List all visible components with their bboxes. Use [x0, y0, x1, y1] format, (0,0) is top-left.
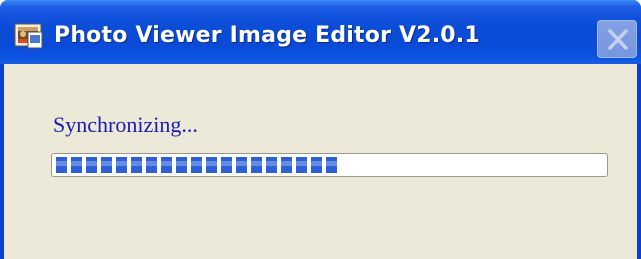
window-title: Photo Viewer Image Editor V2.0.1 — [54, 23, 480, 48]
progress-block-highlight — [251, 161, 262, 166]
progress-block-highlight — [56, 161, 67, 166]
dialog-window: Photo Viewer Image Editor V2.0.1 Synchro… — [0, 0, 641, 259]
progress-block-highlight — [206, 161, 217, 166]
close-icon — [608, 29, 628, 50]
progress-bar — [51, 153, 608, 177]
progress-fill — [56, 157, 337, 173]
progress-block-highlight — [281, 161, 292, 166]
progress-block-highlight — [191, 161, 202, 166]
progress-block-highlight — [311, 161, 322, 166]
progress-block-highlight — [131, 161, 142, 166]
progress-block-highlight — [86, 161, 97, 166]
title-bar[interactable]: Photo Viewer Image Editor V2.0.1 — [0, 0, 641, 64]
close-button[interactable] — [597, 20, 637, 58]
progress-block-highlight — [236, 161, 247, 166]
dialog-body: Synchronizing... — [4, 64, 637, 259]
progress-block-highlight — [296, 161, 307, 166]
progress-block-highlight — [266, 161, 277, 166]
progress-block-highlight — [221, 161, 232, 166]
progress-block-highlight — [146, 161, 157, 166]
status-label: Synchronizing... — [53, 112, 198, 137]
progress-block-highlight — [101, 161, 112, 166]
app-icon — [14, 22, 44, 50]
progress-block-highlight — [326, 161, 337, 166]
progress-block-highlight — [116, 161, 127, 166]
progress-block-highlight — [71, 161, 82, 166]
progress-block-highlight — [161, 161, 172, 166]
progress-block-highlight — [176, 161, 187, 166]
